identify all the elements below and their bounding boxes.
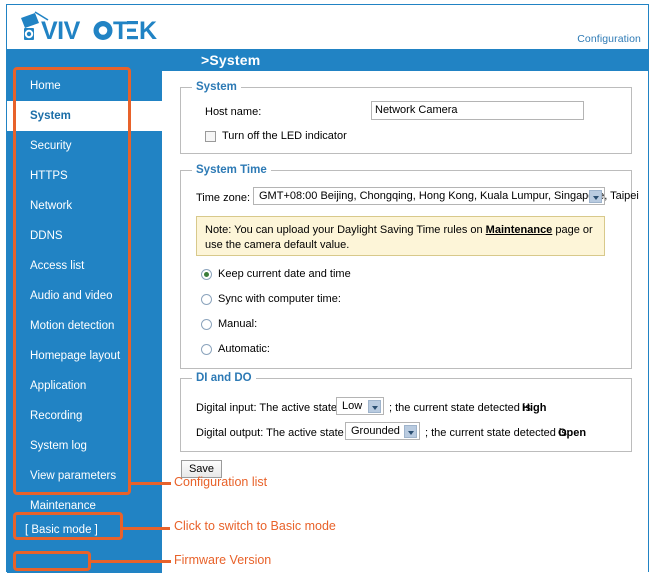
di-do-fieldset: DI and DO Digital input: The active stat… xyxy=(180,372,632,452)
radio-keep-current-time[interactable] xyxy=(201,269,212,280)
digital-output-select[interactable]: Grounded xyxy=(345,422,420,440)
system-time-fieldset-legend: System Time xyxy=(192,164,271,176)
radio-keep-current-time-label: Keep current date and time xyxy=(218,268,351,280)
digital-input-select-value: Low xyxy=(342,400,363,412)
digital-output-prefix-label: Digital output: The active state is xyxy=(196,427,355,439)
main-content: System Host name: Network Camera Turn of… xyxy=(162,71,648,573)
note-prefix: Note: You can upload your Daylight Savin… xyxy=(205,224,486,236)
timezone-label: Time zone: xyxy=(196,192,251,204)
annotation-box-firmware-version xyxy=(13,551,91,571)
vivotek-logo: VIV T K xyxy=(15,10,165,46)
timezone-select-value: GMT+08:00 Beijing, Chongqing, Hong Kong,… xyxy=(259,190,639,202)
annotation-leader-basic-mode xyxy=(120,527,170,530)
page-title: >System xyxy=(201,52,261,68)
di-do-fieldset-legend: DI and DO xyxy=(192,372,256,384)
annotation-leader-firmware-version xyxy=(88,560,171,563)
annotation-label-firmware-version: Firmware Version xyxy=(174,553,272,567)
chevron-down-icon xyxy=(404,425,417,438)
annotation-label-basic-mode: Click to switch to Basic mode xyxy=(174,519,336,533)
svg-text:K: K xyxy=(139,17,157,45)
app-window: VIV T K Configuration >System Home Syste… xyxy=(0,0,655,584)
annotation-box-configuration-list xyxy=(13,67,131,495)
timezone-select[interactable]: GMT+08:00 Beijing, Chongqing, Hong Kong,… xyxy=(253,187,639,205)
svg-text:VIV: VIV xyxy=(41,17,81,45)
logo-bar: VIV T K Configuration xyxy=(7,5,648,49)
digital-input-state-value: High xyxy=(522,402,547,414)
radio-manual[interactable] xyxy=(201,319,212,330)
radio-automatic[interactable] xyxy=(201,344,212,355)
system-fieldset: System Host name: Network Camera Turn of… xyxy=(180,81,632,154)
digital-input-prefix-label: Digital input: The active state is xyxy=(196,402,349,414)
hostname-label: Host name: xyxy=(205,106,262,118)
radio-sync-computer-time-label: Sync with computer time: xyxy=(218,293,341,305)
radio-manual-label: Manual: xyxy=(218,318,258,330)
led-indicator-checkbox[interactable] xyxy=(205,131,216,142)
daylight-saving-note: Note: You can upload your Daylight Savin… xyxy=(196,216,605,256)
radio-sync-computer-time[interactable] xyxy=(201,294,212,305)
firmware-version: Version: 0100d xyxy=(25,573,89,584)
digital-output-select-value: Grounded xyxy=(351,425,400,437)
led-indicator-label: Turn off the LED indicator xyxy=(222,130,347,142)
digital-input-select[interactable]: Low xyxy=(336,397,384,415)
hostname-input[interactable]: Network Camera xyxy=(371,101,584,120)
configuration-link[interactable]: Configuration xyxy=(577,33,641,45)
annotation-leader-configuration-list xyxy=(128,482,171,485)
digital-output-middle-label: ; the current state detected is xyxy=(425,427,567,439)
annotation-label-configuration-list: Configuration list xyxy=(174,475,268,489)
digital-input-middle-label: ; the current state detected is xyxy=(389,402,531,414)
system-time-fieldset: System Time Time zone: GMT+08:00 Beijing… xyxy=(180,164,639,369)
system-fieldset-legend: System xyxy=(192,81,241,93)
annotation-box-basic-mode xyxy=(13,512,123,540)
maintenance-link[interactable]: Maintenance xyxy=(486,224,553,236)
chevron-down-icon xyxy=(368,400,381,413)
chevron-down-icon xyxy=(589,190,602,203)
digital-output-state-value: Open xyxy=(558,427,587,439)
radio-automatic-label: Automatic: xyxy=(218,343,270,355)
svg-text:T: T xyxy=(113,17,128,45)
